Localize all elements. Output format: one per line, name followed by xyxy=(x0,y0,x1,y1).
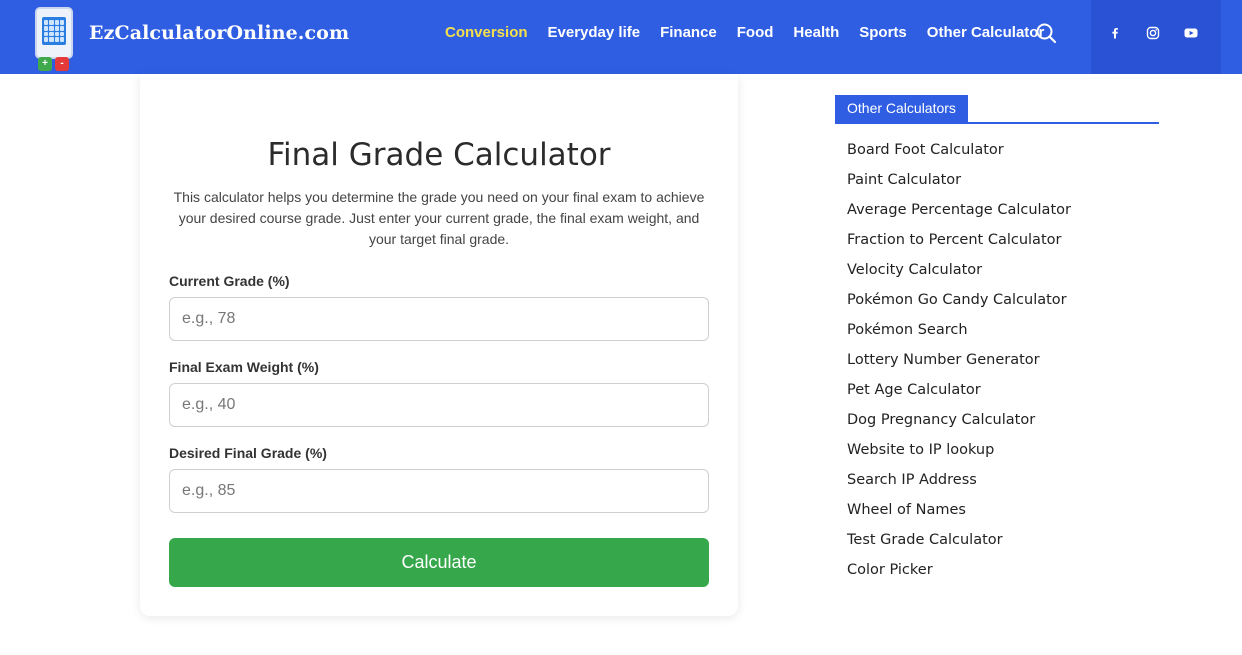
nav-item-conversion[interactable]: Conversion xyxy=(445,24,528,41)
sidebar-item-velocity-calculator[interactable]: Velocity Calculator xyxy=(847,262,1071,292)
sidebar-header: Other Calculators xyxy=(835,95,1159,124)
sidebar-item-fraction-to-percent-calculator[interactable]: Fraction to Percent Calculator xyxy=(847,232,1071,262)
logo-plus-icon: + xyxy=(38,57,52,71)
social-links xyxy=(1091,0,1221,74)
calculator-logo-icon[interactable]: + - xyxy=(35,7,73,71)
youtube-icon[interactable] xyxy=(1183,25,1199,41)
logo-keypad xyxy=(42,17,66,45)
sidebar-list: Board Foot Calculator Paint Calculator A… xyxy=(847,142,1071,592)
sidebar-title: Other Calculators xyxy=(835,95,968,122)
sidebar-item-lottery-number-generator[interactable]: Lottery Number Generator xyxy=(847,352,1071,382)
desired-final-grade-label: Desired Final Grade (%) xyxy=(169,445,327,461)
calculate-button[interactable]: Calculate xyxy=(169,538,709,587)
sidebar-item-search-ip-address[interactable]: Search IP Address xyxy=(847,472,1071,502)
calculator-card: Final Grade Calculator This calculator h… xyxy=(140,74,738,616)
nav-item-food[interactable]: Food xyxy=(737,24,774,41)
main-nav: Conversion Everyday life Finance Food He… xyxy=(445,24,1064,41)
other-calculators-sidebar: Other Calculators Board Foot Calculator … xyxy=(835,95,1159,578)
sidebar-item-dog-pregnancy-calculator[interactable]: Dog Pregnancy Calculator xyxy=(847,412,1071,442)
sidebar-item-board-foot-calculator[interactable]: Board Foot Calculator xyxy=(847,142,1071,172)
sidebar-item-pokemon-go-candy-calculator[interactable]: Pokémon Go Candy Calculator xyxy=(847,292,1071,322)
sidebar-item-paint-calculator[interactable]: Paint Calculator xyxy=(847,172,1071,202)
current-grade-label: Current Grade (%) xyxy=(169,273,290,289)
brand-name[interactable]: EzCalculatorOnline.com xyxy=(89,22,349,44)
sidebar-item-wheel-of-names[interactable]: Wheel of Names xyxy=(847,502,1071,532)
sidebar-item-pokemon-search[interactable]: Pokémon Search xyxy=(847,322,1071,352)
sidebar-item-average-percentage-calculator[interactable]: Average Percentage Calculator xyxy=(847,202,1071,232)
final-exam-weight-input[interactable] xyxy=(169,383,709,427)
logo-minus-icon: - xyxy=(55,57,69,71)
logo-device xyxy=(35,7,73,59)
calculator-description: This calculator helps you determine the … xyxy=(173,189,705,247)
sidebar-item-pet-age-calculator[interactable]: Pet Age Calculator xyxy=(847,382,1071,412)
instagram-icon[interactable] xyxy=(1145,25,1161,41)
sidebar-item-color-picker[interactable]: Color Picker xyxy=(847,562,1071,592)
nav-item-sports[interactable]: Sports xyxy=(859,24,907,41)
sidebar-item-test-grade-calculator[interactable]: Test Grade Calculator xyxy=(847,532,1071,562)
nav-item-everyday-life[interactable]: Everyday life xyxy=(548,24,641,41)
nav-item-health[interactable]: Health xyxy=(793,24,839,41)
desired-final-grade-input[interactable] xyxy=(169,469,709,513)
sidebar-item-website-to-ip-lookup[interactable]: Website to IP lookup xyxy=(847,442,1071,472)
final-exam-weight-label: Final Exam Weight (%) xyxy=(169,359,319,375)
search-icon[interactable] xyxy=(1035,22,1057,44)
site-header: + - EzCalculatorOnline.com Conversion Ev… xyxy=(0,0,1242,74)
facebook-icon[interactable] xyxy=(1107,25,1123,41)
nav-item-other-calculator[interactable]: Other Calculator xyxy=(927,24,1045,41)
page-title: Final Grade Calculator xyxy=(267,137,611,173)
nav-item-finance[interactable]: Finance xyxy=(660,24,717,41)
current-grade-input[interactable] xyxy=(169,297,709,341)
